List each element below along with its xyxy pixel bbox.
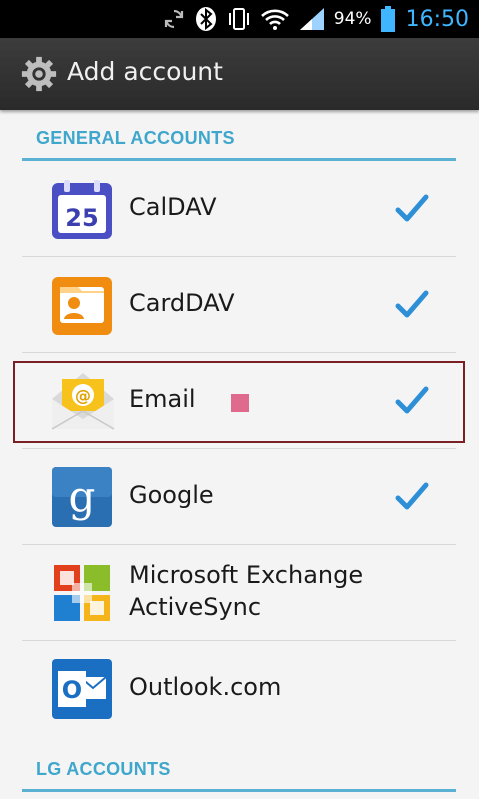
wifi-icon — [260, 9, 289, 30]
account-label-google: Google — [129, 481, 214, 509]
account-label-carddav: CardDAV — [129, 289, 235, 317]
contact-card-icon — [52, 277, 112, 335]
section-header-label: LG ACCOUNTS — [36, 759, 171, 779]
calendar-day: 25 — [65, 204, 98, 232]
signal-icon — [299, 8, 324, 30]
google-letter: g — [69, 472, 96, 521]
bluetooth-icon — [195, 7, 216, 31]
account-label-exchange: Microsoft Exchange ActiveSync — [129, 559, 363, 623]
check-icon — [395, 290, 429, 318]
account-item-google[interactable]: g Google — [22, 449, 456, 545]
section-header-label: GENERAL ACCOUNTS — [36, 128, 235, 148]
status-bar: 94% 16:50 — [0, 0, 479, 38]
check-icon — [395, 482, 429, 510]
account-label-caldav: CalDAV — [129, 193, 217, 221]
google-icon: g — [52, 467, 112, 527]
clock: 16:50 — [405, 6, 469, 32]
title-bar: Add account — [0, 38, 479, 110]
section-header-general: GENERAL ACCOUNTS — [22, 112, 456, 161]
sync-icon — [164, 9, 183, 29]
exchange-icon — [54, 565, 110, 621]
outlook-letter: O — [62, 676, 82, 704]
account-item-outlook[interactable]: O Outlook.com — [22, 641, 456, 737]
account-item-exchange[interactable]: Microsoft Exchange ActiveSync — [22, 545, 456, 641]
page-title: Add account — [67, 57, 223, 86]
battery-icon — [380, 6, 395, 32]
account-item-carddav[interactable]: CardDAV — [22, 257, 456, 353]
section-header-lg: LG ACCOUNTS — [22, 743, 456, 792]
calendar-icon: 25 — [52, 180, 112, 239]
battery-percent: 94% — [333, 9, 372, 29]
pink-marker — [231, 394, 249, 412]
settings-gear-icon[interactable] — [20, 55, 58, 93]
check-icon — [395, 194, 429, 222]
vibrate-icon — [228, 8, 249, 30]
account-label-exchange-line1: Microsoft Exchange — [129, 561, 364, 589]
account-label-exchange-line2: ActiveSync — [129, 593, 262, 621]
outlook-icon: O — [52, 659, 112, 719]
account-item-caldav[interactable]: 25 CalDAV — [22, 161, 456, 257]
account-label-outlook: Outlook.com — [129, 673, 282, 701]
